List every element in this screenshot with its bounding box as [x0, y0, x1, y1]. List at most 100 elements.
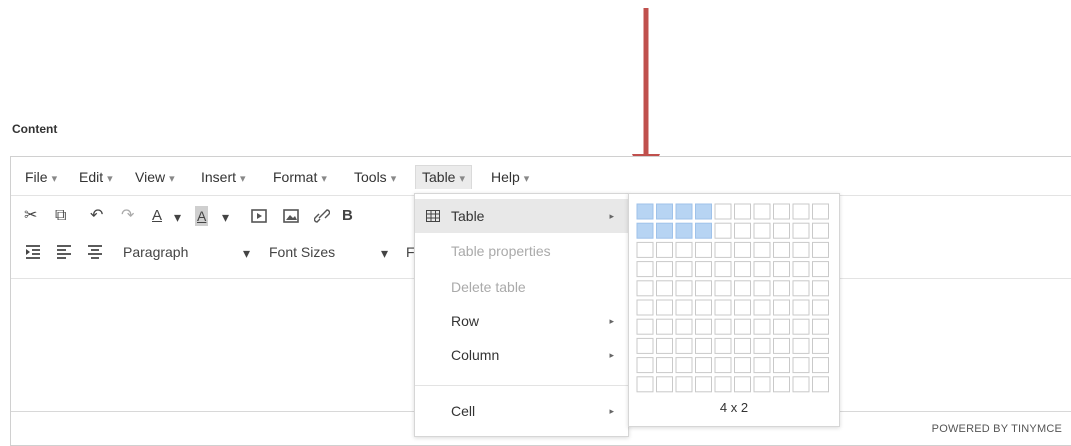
grid-cell-selected[interactable]	[675, 203, 693, 220]
grid-cell[interactable]	[714, 280, 732, 297]
grid-cell[interactable]	[656, 280, 673, 297]
align-left-icon[interactable]	[56, 245, 72, 259]
chevron-down-icon[interactable]: ▾	[381, 243, 388, 263]
media-icon[interactable]	[251, 209, 267, 223]
cut-icon[interactable]: ✂	[24, 206, 37, 226]
grid-cell[interactable]	[675, 337, 693, 354]
block-format-select[interactable]: Paragraph	[123, 242, 188, 262]
grid-cell[interactable]	[695, 337, 712, 354]
grid-cell[interactable]	[695, 299, 712, 316]
grid-cell[interactable]	[792, 280, 810, 297]
menu-file[interactable]: File ▾	[19, 165, 63, 189]
grid-cell[interactable]	[656, 376, 673, 393]
grid-cell[interactable]	[773, 222, 790, 239]
grid-cell[interactable]	[812, 241, 829, 258]
grid-cell[interactable]	[714, 203, 732, 220]
grid-cell[interactable]	[812, 337, 829, 354]
grid-cell[interactable]	[734, 203, 751, 220]
chevron-down-icon[interactable]: ▾	[243, 243, 250, 263]
menu-item-delete-table[interactable]: Delete table	[415, 270, 628, 304]
grid-cell[interactable]	[792, 299, 810, 316]
redo-icon[interactable]: ↷	[121, 206, 134, 226]
grid-cell[interactable]	[656, 241, 673, 258]
grid-cell[interactable]	[753, 280, 771, 297]
grid-cell[interactable]	[812, 222, 829, 239]
menu-tools[interactable]: Tools ▾	[348, 165, 402, 189]
grid-cell[interactable]	[714, 261, 732, 278]
grid-cell[interactable]	[734, 337, 751, 354]
menu-item-cell[interactable]: Cell ▸	[415, 394, 628, 428]
grid-cell[interactable]	[773, 357, 790, 374]
grid-cell[interactable]	[695, 261, 712, 278]
grid-cell-selected[interactable]	[695, 222, 712, 239]
menu-format[interactable]: Format ▾	[267, 165, 333, 189]
grid-cell[interactable]	[792, 222, 810, 239]
grid-cell[interactable]	[773, 203, 790, 220]
grid-cell[interactable]	[812, 280, 829, 297]
table-size-grid[interactable]	[636, 203, 834, 397]
image-icon[interactable]	[283, 209, 299, 223]
grid-cell[interactable]	[636, 299, 654, 316]
grid-cell[interactable]	[734, 222, 751, 239]
grid-cell[interactable]	[714, 357, 732, 374]
grid-cell[interactable]	[636, 318, 654, 335]
grid-cell[interactable]	[695, 318, 712, 335]
grid-cell[interactable]	[734, 241, 751, 258]
grid-cell[interactable]	[753, 318, 771, 335]
text-color-icon[interactable]: A	[152, 206, 162, 226]
grid-cell[interactable]	[675, 241, 693, 258]
grid-cell[interactable]	[714, 222, 732, 239]
copy-icon[interactable]: ⧉	[55, 206, 66, 226]
grid-cell[interactable]	[675, 299, 693, 316]
grid-cell[interactable]	[734, 299, 751, 316]
grid-cell-selected[interactable]	[675, 222, 693, 239]
font-size-select[interactable]: Font Sizes	[269, 242, 335, 262]
grid-cell[interactable]	[773, 299, 790, 316]
grid-cell[interactable]	[773, 241, 790, 258]
grid-cell[interactable]	[812, 357, 829, 374]
menu-item-table-properties[interactable]: Table properties	[415, 234, 628, 268]
link-icon[interactable]	[314, 207, 330, 225]
grid-cell[interactable]	[714, 376, 732, 393]
grid-cell[interactable]	[636, 357, 654, 374]
bold-icon[interactable]: B	[342, 206, 353, 226]
grid-cell-selected[interactable]	[636, 222, 654, 239]
grid-cell[interactable]	[753, 222, 771, 239]
grid-cell[interactable]	[714, 337, 732, 354]
grid-cell-selected[interactable]	[656, 203, 673, 220]
menu-view[interactable]: View ▾	[129, 165, 181, 189]
grid-cell[interactable]	[753, 337, 771, 354]
menu-table[interactable]: Table ▾	[415, 165, 472, 189]
grid-cell[interactable]	[734, 261, 751, 278]
grid-cell[interactable]	[792, 203, 810, 220]
grid-cell-selected[interactable]	[695, 203, 712, 220]
grid-cell[interactable]	[636, 337, 654, 354]
chevron-down-icon[interactable]: ▾	[174, 207, 181, 227]
grid-cell[interactable]	[773, 318, 790, 335]
grid-cell-selected[interactable]	[656, 222, 673, 239]
background-color-icon[interactable]: A	[195, 206, 209, 226]
menu-insert[interactable]: Insert ▾	[195, 165, 252, 189]
menu-item-column[interactable]: Column ▸	[415, 338, 628, 372]
menu-item-table[interactable]: Table ▸	[415, 199, 628, 233]
grid-cell[interactable]	[695, 357, 712, 374]
grid-cell[interactable]	[636, 376, 654, 393]
grid-cell[interactable]	[714, 241, 732, 258]
grid-cell[interactable]	[734, 280, 751, 297]
grid-cell[interactable]	[753, 376, 771, 393]
menu-edit[interactable]: Edit ▾	[73, 165, 119, 189]
grid-cell[interactable]	[714, 299, 732, 316]
grid-cell[interactable]	[695, 241, 712, 258]
grid-cell[interactable]	[675, 318, 693, 335]
grid-cell[interactable]	[812, 261, 829, 278]
grid-cell[interactable]	[636, 261, 654, 278]
grid-cell[interactable]	[812, 318, 829, 335]
grid-cell[interactable]	[773, 280, 790, 297]
grid-cell[interactable]	[773, 337, 790, 354]
grid-cell[interactable]	[812, 376, 829, 393]
grid-cell[interactable]	[636, 241, 654, 258]
grid-cell[interactable]	[773, 261, 790, 278]
grid-cell[interactable]	[792, 241, 810, 258]
grid-cell[interactable]	[656, 357, 673, 374]
grid-cell[interactable]	[792, 376, 810, 393]
